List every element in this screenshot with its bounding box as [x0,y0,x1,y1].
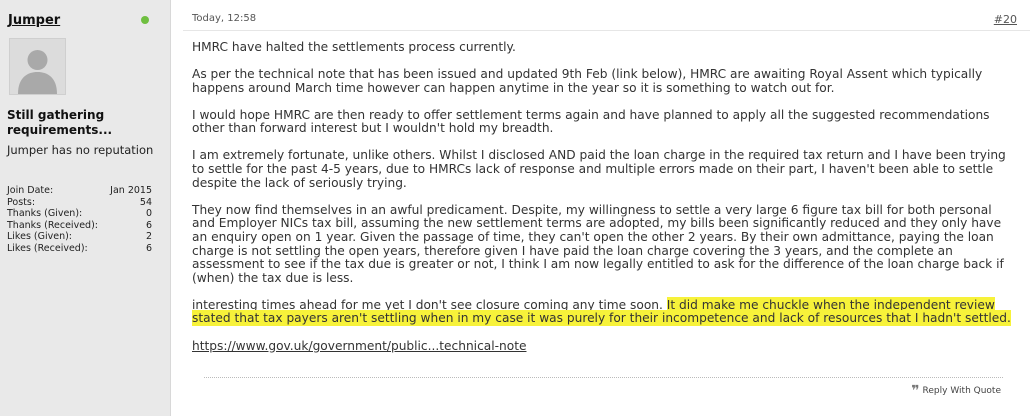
reputation-text: Jumper has no reputation [7,143,154,157]
post-body: Today, 12:58 #20 HMRC have halted the se… [171,0,1036,416]
post-footer-divider [204,377,1003,378]
stat-thanks-given: Thanks (Given): 0 [7,208,152,219]
post-paragraph: They now find themselves in an awful pre… [192,202,1004,285]
online-status-icon [141,16,149,24]
post-paragraph-highlighted: interesting times ahead for me yet I don… [192,296,1011,327]
post-paragraph: HMRC have halted the settlements process… [192,40,516,54]
post-paragraph: I am extremely fortunate, unlike others.… [192,148,1006,190]
stat-join-date: Join Date: Jan 2015 [7,185,152,196]
stat-likes-given: Likes (Given): 2 [7,231,152,242]
post-date: Today, 12:58 [192,13,257,24]
stat-thanks-received: Thanks (Received): 6 [7,219,152,231]
reply-with-quote-label: Reply With Quote [922,386,1001,396]
user-title: Still gathering requirements... [7,108,113,137]
post-header-divider [183,30,1030,31]
user-sidebar: Jumper Still gathering requirements... J… [0,0,171,416]
stat-likes-received: Likes (Received): 6 [7,242,152,254]
technical-note-link[interactable]: https://www.gov.uk/government/public...t… [192,339,526,353]
user-stats: Join Date: Jan 2015 Posts: 54 Thanks (Give… [7,185,152,254]
stat-posts: Posts: 54 [7,196,152,208]
post-paragraph: I would hope HMRC are then ready to offe… [192,107,990,136]
quote-icon: ❞ [911,382,920,399]
post-number-link[interactable]: #20 [994,13,1017,26]
reply-with-quote-button[interactable]: ❞ Reply With Quote [911,382,1001,399]
username-link[interactable]: Jumper [8,13,60,28]
post-link-paragraph: https://www.gov.uk/government/public...t… [192,339,1012,354]
post-content: HMRC have halted the settlements process… [192,40,1012,367]
post-paragraph: As per the technical note that has been … [192,67,983,95]
default-avatar-icon[interactable] [9,38,66,95]
